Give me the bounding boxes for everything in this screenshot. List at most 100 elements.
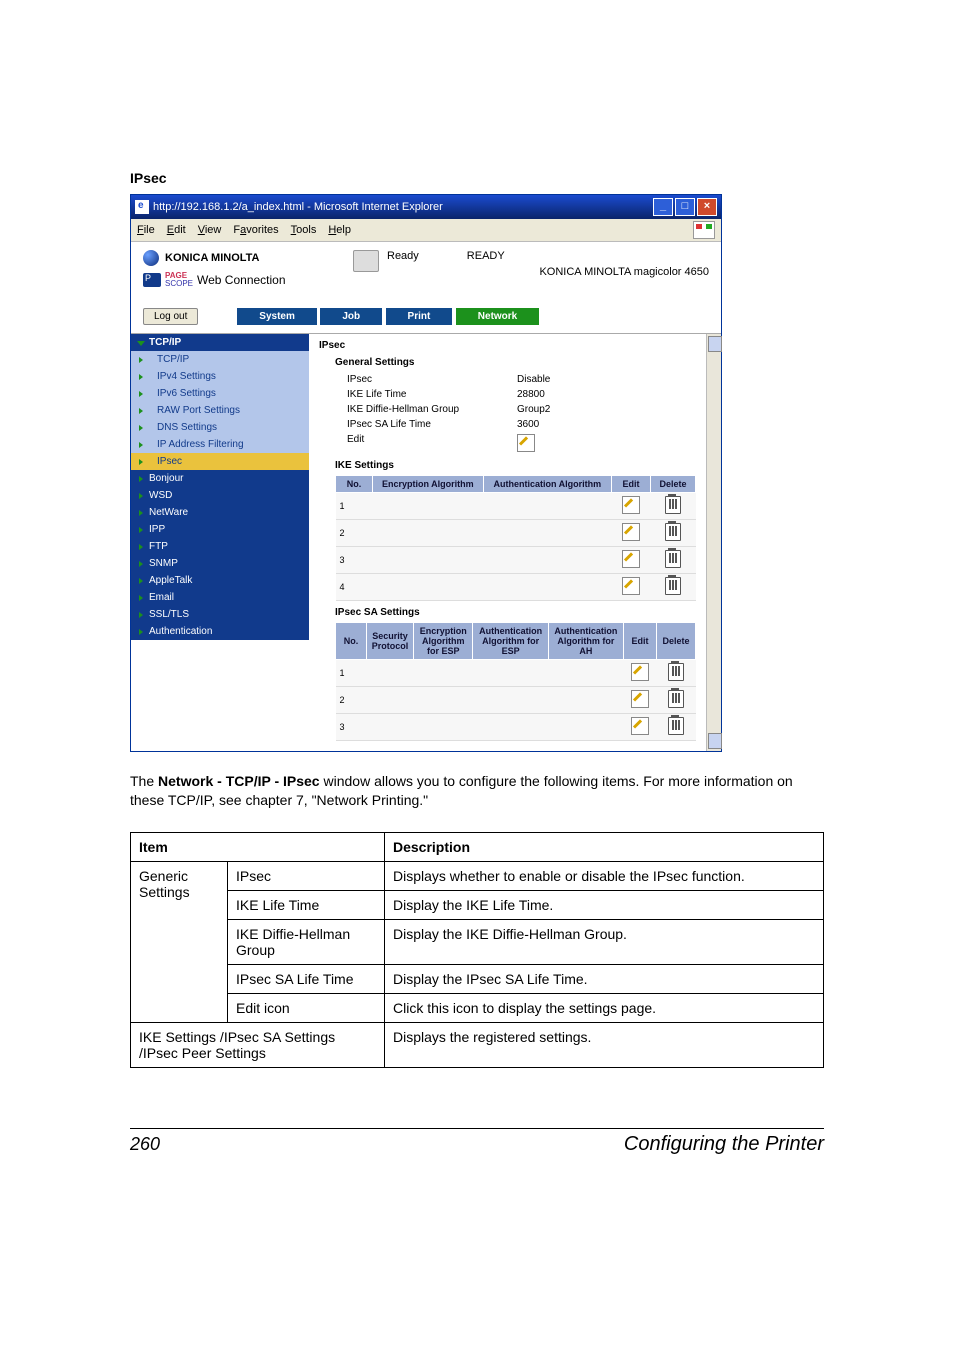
nav-ftp[interactable]: FTP <box>131 538 309 555</box>
scroll-down-arrow-icon[interactable] <box>708 733 722 749</box>
windows-logo-icon <box>693 221 715 239</box>
nav-ipv4[interactable]: IPv4 Settings <box>131 368 309 385</box>
cell-ikelife-desc: Display the IKE Life Time. <box>385 890 824 919</box>
nav-snmp[interactable]: SNMP <box>131 555 309 572</box>
edit-pencil-icon[interactable] <box>517 434 535 452</box>
ike-settings-table: No. Encryption Algorithm Authentication … <box>335 475 696 601</box>
menu-bar: File Edit View Favorites Tools Help <box>131 219 721 242</box>
sa-col-authah: Authentication Algorithm for AH <box>548 623 623 660</box>
sa-row: 3 <box>336 714 696 741</box>
ike-col-edit: Edit <box>612 476 651 493</box>
nav-tcpip-group[interactable]: TCP/IP <box>131 334 309 351</box>
page-footer: 260 Configuring the Printer <box>130 1128 824 1156</box>
nav-wsd[interactable]: WSD <box>131 487 309 504</box>
gs-ikedh-label: IKE Diffie-Hellman Group <box>347 404 517 415</box>
nav-email[interactable]: Email <box>131 589 309 606</box>
menu-favorites[interactable]: Favorites <box>233 224 278 236</box>
brand-globe-icon <box>143 250 159 266</box>
web-connection-label: Web Connection <box>197 273 286 287</box>
gs-salife-label: IPsec SA Life Time <box>347 419 517 430</box>
edit-icon[interactable] <box>622 577 640 595</box>
sa-col-secproto: Security Protocol <box>367 623 414 660</box>
cell-salife-desc: Display the IPsec SA Life Time. <box>385 964 824 993</box>
sa-col-authesp: Authentication Algorithm for ESP <box>473 623 548 660</box>
nav-tcpip[interactable]: TCP/IP <box>131 351 309 368</box>
nav-ipfilter[interactable]: IP Address Filtering <box>131 436 309 453</box>
content-pane: IPsec General Settings IPsecDisable IKE … <box>309 334 706 751</box>
pagescope-scope: SCOPE <box>165 279 193 288</box>
gs-ipsec-label: IPsec <box>347 374 517 385</box>
sa-col-encesp: Encryption Algorithm for ESP <box>414 623 473 660</box>
delete-icon[interactable] <box>665 550 681 568</box>
delete-icon[interactable] <box>668 663 684 681</box>
sa-settings-heading: IPsec SA Settings <box>335 607 696 618</box>
nav-netware[interactable]: NetWare <box>131 504 309 521</box>
menu-tools[interactable]: Tools <box>291 224 317 236</box>
footer-title: Configuring the Printer <box>624 1133 824 1156</box>
col-description: Description <box>385 832 824 861</box>
edit-icon[interactable] <box>631 690 649 708</box>
menu-edit[interactable]: Edit <box>167 224 186 236</box>
nav-authentication[interactable]: Authentication <box>131 623 309 640</box>
nav-dns[interactable]: DNS Settings <box>131 419 309 436</box>
edit-icon[interactable] <box>631 717 649 735</box>
gs-ikelife-label: IKE Life Time <box>347 389 517 400</box>
tab-system[interactable]: System <box>237 308 317 325</box>
printer-icon <box>353 250 379 272</box>
edit-icon[interactable] <box>622 496 640 514</box>
nav-rawport[interactable]: RAW Port Settings <box>131 402 309 419</box>
scroll-up-arrow-icon[interactable] <box>708 336 722 352</box>
pagescope-logo-icon <box>143 273 161 287</box>
nav-bonjour[interactable]: Bonjour <box>131 470 309 487</box>
description-table: Item Description Generic Settings IPsec … <box>130 832 824 1068</box>
delete-icon[interactable] <box>668 690 684 708</box>
gs-salife-value: 3600 <box>517 419 539 430</box>
side-nav: TCP/IP TCP/IP IPv4 Settings IPv6 Setting… <box>131 334 309 751</box>
cell-salife: IPsec SA Life Time <box>228 964 385 993</box>
logout-button[interactable]: Log out <box>143 308 198 325</box>
sa-col-delete: Delete <box>657 623 696 660</box>
tab-job[interactable]: Job <box>320 308 382 325</box>
sa-col-edit: Edit <box>624 623 657 660</box>
close-button[interactable]: × <box>697 198 717 216</box>
cell-ike-sa-peer: IKE Settings /IPsec SA Settings /IPsec P… <box>131 1022 385 1067</box>
tab-print[interactable]: Print <box>386 308 453 325</box>
minimize-button[interactable]: _ <box>653 198 673 216</box>
delete-icon[interactable] <box>668 717 684 735</box>
delete-icon[interactable] <box>665 523 681 541</box>
gs-ikedh-value: Group2 <box>517 404 550 415</box>
gs-edit-label: Edit <box>347 434 517 452</box>
menu-file[interactable]: File <box>137 224 155 236</box>
sa-col-no: No. <box>336 623 367 660</box>
nav-ssltls[interactable]: SSL/TLS <box>131 606 309 623</box>
nav-appletalk[interactable]: AppleTalk <box>131 572 309 589</box>
delete-icon[interactable] <box>665 496 681 514</box>
printer-model: KONICA MINOLTA magicolor 4650 <box>539 250 709 278</box>
edit-icon[interactable] <box>622 550 640 568</box>
vertical-scrollbar[interactable] <box>706 334 721 751</box>
menu-view[interactable]: View <box>198 224 222 236</box>
sa-settings-table: No. Security Protocol Encryption Algorit… <box>335 622 696 741</box>
col-item: Item <box>131 832 385 861</box>
menu-help[interactable]: Help <box>328 224 351 236</box>
tab-network[interactable]: Network <box>456 308 539 325</box>
delete-icon[interactable] <box>665 577 681 595</box>
nav-ipsec[interactable]: IPsec <box>131 453 309 470</box>
gs-ipsec-value: Disable <box>517 374 550 385</box>
cell-generic-settings: Generic Settings <box>131 861 228 1022</box>
ike-settings-heading: IKE Settings <box>335 460 696 471</box>
edit-icon[interactable] <box>622 523 640 541</box>
ike-row: 4 <box>336 574 696 601</box>
nav-ipv6[interactable]: IPv6 Settings <box>131 385 309 402</box>
content-title: IPsec <box>319 340 696 351</box>
window-titlebar: http://192.168.1.2/a_index.html - Micros… <box>131 195 721 219</box>
brand-name: KONICA MINOLTA <box>165 252 260 264</box>
maximize-button[interactable]: □ <box>675 198 695 216</box>
cell-ipsec: IPsec <box>228 861 385 890</box>
nav-ipp[interactable]: IPP <box>131 521 309 538</box>
edit-icon[interactable] <box>631 663 649 681</box>
general-settings-heading: General Settings <box>335 357 696 368</box>
ike-row: 1 <box>336 493 696 520</box>
ie-icon <box>135 200 149 214</box>
status-ready-small: Ready <box>387 250 419 262</box>
